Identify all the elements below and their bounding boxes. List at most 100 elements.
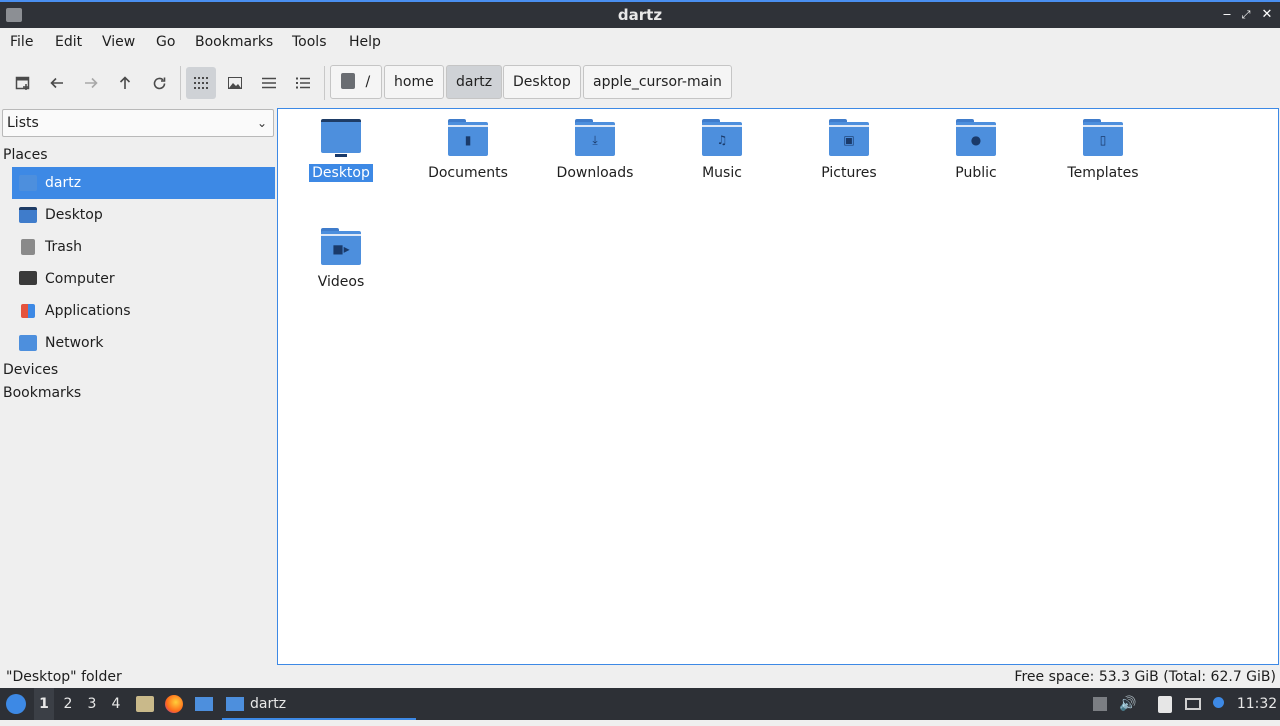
menu-view[interactable]: View (102, 34, 135, 50)
task-dartz[interactable]: dartz (222, 688, 416, 720)
file-item-music[interactable]: ♫ Music (667, 109, 777, 182)
thumbnail-view-icon[interactable] (220, 67, 250, 99)
close-icon[interactable]: ✕ (1258, 6, 1276, 24)
file-item-label: Desktop (309, 164, 373, 182)
menu-edit[interactable]: Edit (55, 34, 82, 50)
icon-view-icon[interactable] (186, 67, 216, 99)
templates-folder-icon: ▯ (1083, 119, 1123, 156)
network-folder-icon (19, 335, 37, 351)
forward-arrow-icon[interactable] (76, 67, 106, 99)
file-item-label: Pictures (821, 165, 877, 181)
up-arrow-icon[interactable] (110, 67, 140, 99)
taskbar: 1 2 3 4 dartz 🔊 11:32 (0, 688, 1280, 720)
sidebar-item-label: dartz (45, 175, 82, 191)
sidebar: Lists ⌄ Places dartz Desktop Trash Compu… (0, 106, 276, 666)
notification-icon[interactable] (1209, 688, 1227, 720)
file-item-pictures[interactable]: ▣ Pictures (794, 109, 904, 182)
window-title: dartz (617, 6, 663, 24)
file-item-label: Videos (317, 274, 365, 290)
drive-icon (341, 72, 355, 89)
file-item-label: Documents (428, 165, 508, 181)
compact-view-icon[interactable] (254, 67, 284, 99)
file-item-label: Public (955, 165, 997, 181)
sidebar-item-trash[interactable]: Trash (12, 231, 275, 263)
menu-tools[interactable]: Tools (292, 34, 327, 50)
file-item-label: Music (702, 165, 742, 181)
volume-icon[interactable]: 🔊 (1118, 688, 1138, 720)
menu-file[interactable]: File (10, 34, 33, 50)
toolbar-separator (324, 66, 325, 100)
toolbar-separator (180, 66, 181, 100)
file-view[interactable]: Desktop ▮ Documents ⤓ Downloads ♫ Music … (277, 108, 1279, 665)
sidebar-mode-value: Lists (7, 115, 39, 131)
maximize-icon[interactable]: ⤢ (1237, 6, 1255, 24)
clock[interactable]: 11:32 (1235, 688, 1279, 720)
workspace-2[interactable]: 2 (58, 688, 78, 720)
sidebar-item-dartz[interactable]: dartz (12, 167, 275, 199)
chevron-down-icon: ⌄ (256, 116, 267, 130)
file-item-desktop[interactable]: Desktop (286, 109, 396, 182)
new-tab-icon[interactable] (8, 67, 38, 99)
downloads-folder-icon: ⤓ (575, 119, 615, 156)
sidebar-item-label: Trash (45, 239, 82, 255)
breadcrumb-root[interactable]: / (330, 65, 382, 99)
workspace-1[interactable]: 1 (34, 688, 54, 720)
home-folder-icon (19, 175, 37, 191)
public-folder-icon: ● (956, 119, 996, 156)
tray-expand-icon[interactable] (1090, 688, 1110, 720)
menu-go[interactable]: Go (156, 34, 175, 50)
firefox-launcher-icon[interactable] (163, 688, 185, 720)
minimize-icon[interactable]: ‒ (1218, 6, 1236, 24)
sidebar-item-label: Applications (45, 303, 131, 319)
sidebar-item-network[interactable]: Network (12, 327, 275, 359)
status-bar: "Desktop" folder Free space: 53.3 GiB (T… (0, 666, 1280, 688)
toolbar: / home dartz Desktop apple_cursor-main (0, 58, 1280, 106)
sidebar-item-label: Computer (45, 271, 115, 287)
sidebar-item-applications[interactable]: Applications (12, 295, 275, 327)
file-item-documents[interactable]: ▮ Documents (413, 109, 523, 182)
menu-bookmarks[interactable]: Bookmarks (195, 34, 273, 50)
music-folder-icon: ♫ (702, 119, 742, 156)
start-menu-icon[interactable] (4, 688, 28, 720)
sidebar-item-desktop[interactable]: Desktop (12, 199, 275, 231)
file-item-downloads[interactable]: ⤓ Downloads (540, 109, 650, 182)
workspace-3[interactable]: 3 (82, 688, 102, 720)
breadcrumb-desktop[interactable]: Desktop (503, 65, 581, 99)
sidebar-item-label: Desktop (45, 207, 103, 223)
network-tray-icon[interactable] (1183, 688, 1203, 720)
workspace-4[interactable]: 4 (106, 688, 126, 720)
videos-folder-icon: ■▸ (321, 228, 361, 265)
devices-section-label[interactable]: Devices (3, 362, 58, 378)
desktop-icon (19, 207, 37, 223)
breadcrumb-home[interactable]: home (384, 65, 444, 99)
status-free-space: Free space: 53.3 GiB (Total: 62.7 GiB) (1014, 669, 1276, 685)
documents-folder-icon: ▮ (448, 119, 488, 156)
sidebar-item-label: Network (45, 335, 104, 351)
menu-bar: File Edit View Go Bookmarks Tools Help (0, 28, 1280, 58)
file-manager-launcher-icon[interactable] (134, 688, 156, 720)
computer-icon (19, 271, 37, 285)
back-arrow-icon[interactable] (42, 67, 72, 99)
file-item-templates[interactable]: ▯ Templates (1048, 109, 1158, 182)
places-section-label[interactable]: Places (3, 147, 48, 163)
file-item-public[interactable]: ● Public (921, 109, 1031, 182)
desktop-folder-icon (321, 119, 361, 157)
breadcrumb-root-label: / (365, 74, 371, 90)
sidebar-mode-select[interactable]: Lists ⌄ (2, 109, 274, 137)
task-dartz-label: dartz (250, 696, 287, 712)
bookmarks-section-label[interactable]: Bookmarks (3, 385, 81, 401)
breadcrumb-dartz[interactable]: dartz (446, 65, 503, 99)
file-item-videos[interactable]: ■▸ Videos (286, 218, 396, 291)
file-item-label: Downloads (556, 165, 634, 181)
trash-icon (21, 239, 35, 255)
file-item-label: Templates (1067, 165, 1139, 181)
detailed-list-icon[interactable] (288, 67, 318, 99)
clipboard-icon[interactable] (1155, 688, 1175, 720)
window-titlebar[interactable]: dartz ‒ ⤢ ✕ (0, 0, 1280, 28)
reload-icon[interactable] (144, 67, 174, 99)
show-desktop-icon[interactable] (193, 688, 215, 720)
sidebar-item-computer[interactable]: Computer (12, 263, 275, 295)
breadcrumb-apple-cursor-main[interactable]: apple_cursor-main (583, 65, 732, 99)
pictures-folder-icon: ▣ (829, 119, 869, 156)
menu-help[interactable]: Help (349, 34, 381, 50)
